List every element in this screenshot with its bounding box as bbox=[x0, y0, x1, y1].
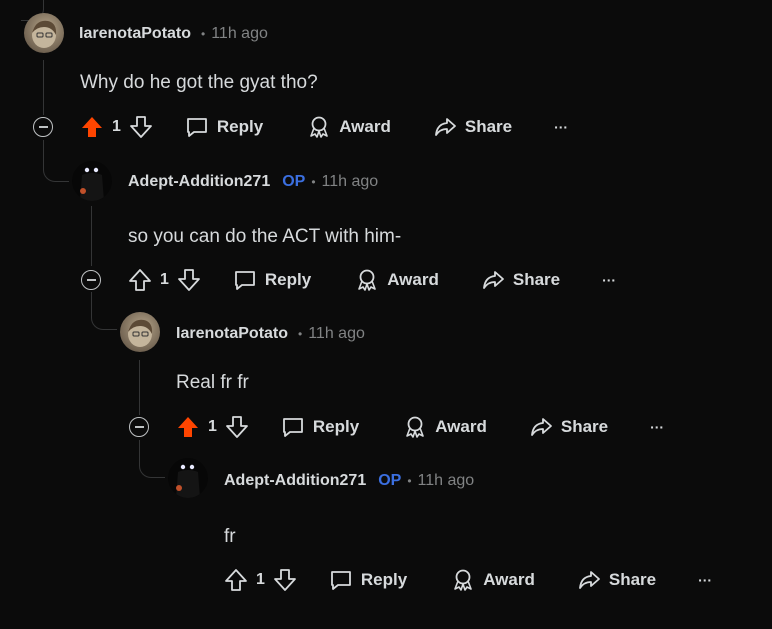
timestamp[interactable]: 11h ago bbox=[211, 25, 268, 43]
share-icon bbox=[530, 418, 552, 436]
award-button[interactable]: Award bbox=[451, 568, 535, 592]
username[interactable]: Adept-Addition271 bbox=[224, 472, 366, 490]
avatar[interactable] bbox=[120, 312, 160, 352]
reply-button[interactable]: Reply bbox=[233, 268, 311, 292]
award-label: Award bbox=[339, 117, 391, 136]
reply-label: Reply bbox=[312, 417, 360, 436]
separator-dot: • bbox=[311, 175, 316, 189]
comment-text: so you can do the ACT with him- bbox=[128, 226, 402, 247]
username[interactable]: IarenotaPotato bbox=[176, 325, 288, 343]
comment-actions: 1 Reply Award Share ··· bbox=[80, 112, 568, 142]
share-icon bbox=[482, 271, 504, 289]
share-button[interactable]: Share bbox=[433, 115, 512, 139]
reply-label: Reply bbox=[264, 270, 312, 289]
share-label: Share bbox=[560, 417, 609, 436]
share-button[interactable]: Share bbox=[577, 568, 656, 592]
award-label: Award bbox=[435, 417, 487, 436]
thread-line bbox=[43, 60, 44, 115]
downvote-icon[interactable] bbox=[177, 268, 201, 292]
upvote-icon[interactable] bbox=[80, 115, 104, 139]
comment-header: Adept-Addition271 OP • 11h ago bbox=[224, 472, 474, 490]
comment-actions: 1 Reply Award Share ··· bbox=[224, 565, 712, 595]
comment-header: Adept-Addition271 OP • 11h ago bbox=[128, 173, 378, 191]
reply-button[interactable]: Reply bbox=[281, 415, 359, 439]
thread-curve bbox=[43, 156, 69, 182]
username[interactable]: Adept-Addition271 bbox=[128, 173, 270, 191]
award-label: Award bbox=[483, 570, 535, 589]
award-label: Award bbox=[387, 270, 439, 289]
comment-header: IarenotaPotato • 11h ago bbox=[176, 325, 365, 343]
vote-count: 1 bbox=[208, 418, 217, 435]
more-options-button[interactable]: ··· bbox=[698, 572, 712, 588]
op-badge: OP bbox=[378, 472, 402, 489]
more-options-button[interactable]: ··· bbox=[602, 272, 616, 288]
thread-line bbox=[139, 360, 140, 415]
downvote-icon[interactable] bbox=[273, 568, 297, 592]
avatar[interactable] bbox=[72, 161, 112, 201]
upvote-icon[interactable] bbox=[224, 568, 248, 592]
reply-label: Reply bbox=[360, 570, 408, 589]
award-button[interactable]: Award bbox=[355, 268, 439, 292]
comment-text: fr bbox=[224, 526, 236, 547]
avatar[interactable] bbox=[24, 13, 64, 53]
comment-text: Real fr fr bbox=[176, 372, 249, 393]
downvote-icon[interactable] bbox=[225, 415, 249, 439]
thread-curve bbox=[139, 452, 165, 478]
share-button[interactable]: Share bbox=[529, 415, 608, 439]
reply-label: Reply bbox=[216, 117, 264, 136]
comment-text: Why do he got the gyat tho? bbox=[80, 72, 318, 93]
reply-button[interactable]: Reply bbox=[329, 568, 407, 592]
username[interactable]: IarenotaPotato bbox=[79, 25, 191, 43]
avatar[interactable] bbox=[168, 458, 208, 498]
award-icon bbox=[454, 569, 473, 591]
separator-dot: • bbox=[201, 27, 206, 41]
vote-count: 1 bbox=[160, 271, 169, 288]
award-button[interactable]: Award bbox=[403, 415, 487, 439]
separator-dot: • bbox=[407, 474, 412, 488]
collapse-button[interactable] bbox=[129, 417, 149, 437]
timestamp[interactable]: 11h ago bbox=[418, 472, 475, 490]
share-label: Share bbox=[512, 270, 561, 289]
share-label: Share bbox=[608, 570, 657, 589]
comment-icon bbox=[283, 418, 303, 437]
vote-count: 1 bbox=[256, 571, 265, 588]
timestamp[interactable]: 11h ago bbox=[322, 173, 379, 191]
award-button[interactable]: Award bbox=[307, 115, 391, 139]
comment-actions: 1 Reply Award Share ··· bbox=[128, 265, 616, 295]
share-label: Share bbox=[464, 117, 513, 136]
award-icon bbox=[358, 269, 377, 291]
comment-icon bbox=[187, 118, 207, 137]
share-icon bbox=[434, 118, 456, 136]
share-button[interactable]: Share bbox=[481, 268, 560, 292]
timestamp[interactable]: 11h ago bbox=[308, 325, 365, 343]
comment-header: IarenotaPotato • 11h ago bbox=[79, 25, 268, 43]
award-icon bbox=[406, 416, 425, 438]
thread-curve bbox=[91, 304, 117, 330]
upvote-icon[interactable] bbox=[176, 415, 200, 439]
more-options-button[interactable]: ··· bbox=[554, 119, 568, 135]
collapse-button[interactable] bbox=[33, 117, 53, 137]
op-badge: OP bbox=[282, 173, 306, 190]
comment-icon bbox=[331, 571, 351, 590]
comment-actions: 1 Reply Award Share ··· bbox=[176, 412, 664, 442]
separator-dot: • bbox=[298, 327, 303, 341]
vote-count: 1 bbox=[112, 118, 121, 135]
downvote-icon[interactable] bbox=[129, 115, 153, 139]
award-icon bbox=[310, 116, 329, 138]
share-icon bbox=[578, 571, 600, 589]
collapse-button[interactable] bbox=[81, 270, 101, 290]
comment-icon bbox=[235, 271, 255, 290]
reply-button[interactable]: Reply bbox=[185, 115, 263, 139]
upvote-icon[interactable] bbox=[128, 268, 152, 292]
thread-line bbox=[91, 206, 92, 266]
more-options-button[interactable]: ··· bbox=[650, 419, 664, 435]
